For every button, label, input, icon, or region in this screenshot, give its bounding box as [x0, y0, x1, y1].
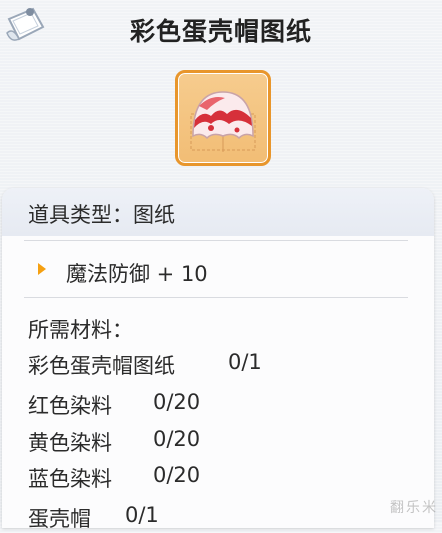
material-name: 蛋壳帽	[28, 507, 91, 531]
arrow-right-icon	[38, 263, 46, 275]
materials-label: 所需材料：	[28, 318, 133, 342]
material-count: 0/20	[153, 427, 201, 451]
page-title: 彩色蛋壳帽图纸	[129, 17, 312, 46]
material-count: 0/1	[228, 350, 262, 374]
colorful-eggshell-hat-icon	[190, 91, 256, 152]
header: 彩色蛋壳帽图纸	[0, 0, 442, 60]
material-name: 红色染料	[28, 394, 112, 418]
item-type-label: 道具类型：图纸	[28, 203, 175, 227]
watermark: 翻乐米	[390, 500, 438, 516]
material-count: 0/20	[153, 463, 201, 487]
material-count: 0/20	[153, 390, 201, 414]
material-name: 彩色蛋壳帽图纸	[28, 354, 175, 378]
material-count: 0/1	[125, 503, 159, 527]
divider	[24, 240, 408, 241]
material-name: 蓝色染料	[28, 467, 112, 491]
attribute-bonus: 魔法防御 + 10	[66, 262, 208, 286]
divider	[24, 297, 408, 298]
material-name: 黄色染料	[28, 431, 112, 455]
item-icon-frame[interactable]	[175, 70, 271, 166]
